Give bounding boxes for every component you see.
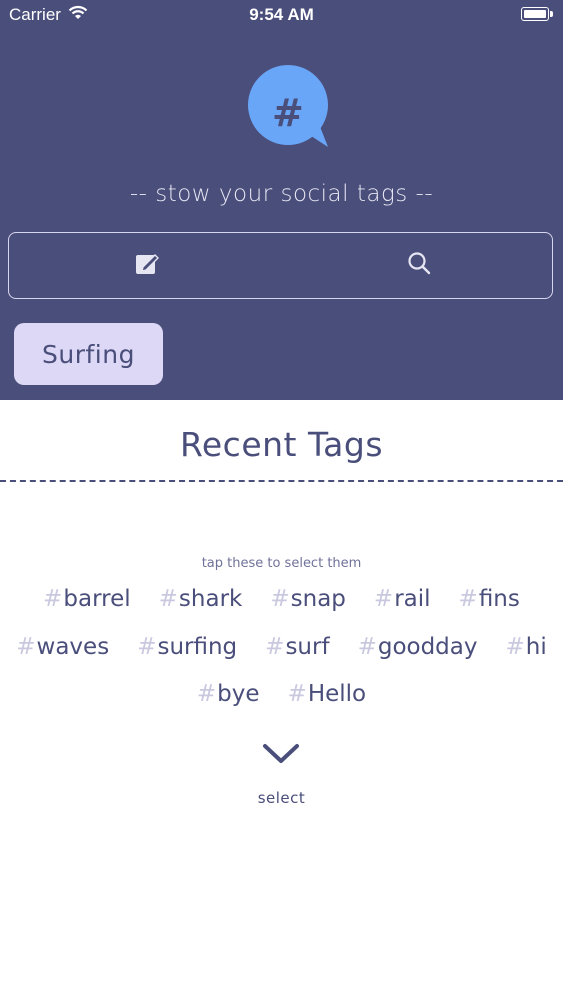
tag-label: hi — [525, 634, 547, 660]
tag-hash-symbol: # — [16, 634, 36, 660]
tag-label: shark — [178, 586, 243, 612]
status-bar: Carrier 9:54 AM — [0, 0, 563, 30]
tag-label: goodday — [377, 634, 478, 660]
tag-label: barrel — [63, 586, 131, 612]
tag-label: fins — [478, 586, 520, 612]
hashtag-bubble-logo: # — [246, 64, 334, 154]
tag-hash-symbol: # — [270, 586, 290, 612]
tag-item[interactable]: #bye — [197, 681, 260, 707]
tag-item[interactable]: #goodday — [358, 634, 478, 660]
tag-hash-symbol: # — [158, 586, 178, 612]
clock: 9:54 AM — [249, 5, 314, 24]
recent-tags-title: Recent Tags — [179, 425, 384, 464]
chevron-down-icon[interactable] — [262, 742, 300, 770]
tags-row-1: #barrel #shark #snap #rail #fins — [0, 586, 563, 612]
search-button[interactable] — [401, 247, 437, 283]
compose-icon — [134, 250, 160, 280]
header-panel: Carrier 9:54 AM # -- stow your social ta… — [0, 0, 563, 400]
tag-item[interactable]: #snap — [270, 586, 346, 612]
search-icon — [406, 250, 432, 280]
tag-label: snap — [290, 586, 346, 612]
tags-row-2: #waves #surfing #surf #goodday #hi — [0, 634, 563, 660]
compose-button[interactable] — [129, 247, 165, 283]
tag-item[interactable]: #Hello — [288, 681, 367, 707]
tag-hash-symbol: # — [137, 634, 157, 660]
tag-label: rail — [394, 586, 431, 612]
tag-label: surfing — [157, 634, 238, 660]
tag-hash-symbol: # — [265, 634, 285, 660]
tag-item[interactable]: #barrel — [43, 586, 131, 612]
tag-hash-symbol: # — [196, 681, 217, 707]
tag-label: Hello — [307, 681, 367, 707]
tags-hint: tap these to select them — [201, 556, 362, 571]
tag-hash-symbol: # — [373, 586, 394, 612]
tag-item[interactable]: #hi — [506, 634, 547, 660]
tag-item[interactable]: #shark — [159, 586, 243, 612]
logo-hash-glyph: # — [272, 91, 304, 135]
tag-item[interactable]: #surf — [265, 634, 329, 660]
action-bar — [8, 232, 553, 299]
tag-label: waves — [36, 634, 110, 660]
tag-hash-symbol: # — [505, 634, 525, 660]
tag-hash-symbol: # — [287, 681, 307, 707]
tag-item[interactable]: #rail — [374, 586, 431, 612]
tag-hash-symbol: # — [357, 634, 377, 660]
tag-hash-symbol: # — [43, 586, 63, 612]
select-label[interactable]: select — [0, 789, 563, 807]
tags-row-3: #bye #Hello — [0, 681, 563, 707]
tag-label: bye — [217, 681, 260, 707]
tag-item[interactable]: #surfing — [137, 634, 237, 660]
tag-hash-symbol: # — [458, 586, 478, 612]
app-tagline: -- stow your social tags -- — [129, 181, 434, 207]
dashed-divider — [0, 480, 563, 482]
tag-item[interactable]: #waves — [16, 634, 109, 660]
battery-icon — [521, 7, 553, 21]
tag-label: surf — [285, 634, 330, 660]
tag-item[interactable]: #fins — [459, 586, 520, 612]
current-tag-chip[interactable]: Surfing — [14, 323, 163, 385]
